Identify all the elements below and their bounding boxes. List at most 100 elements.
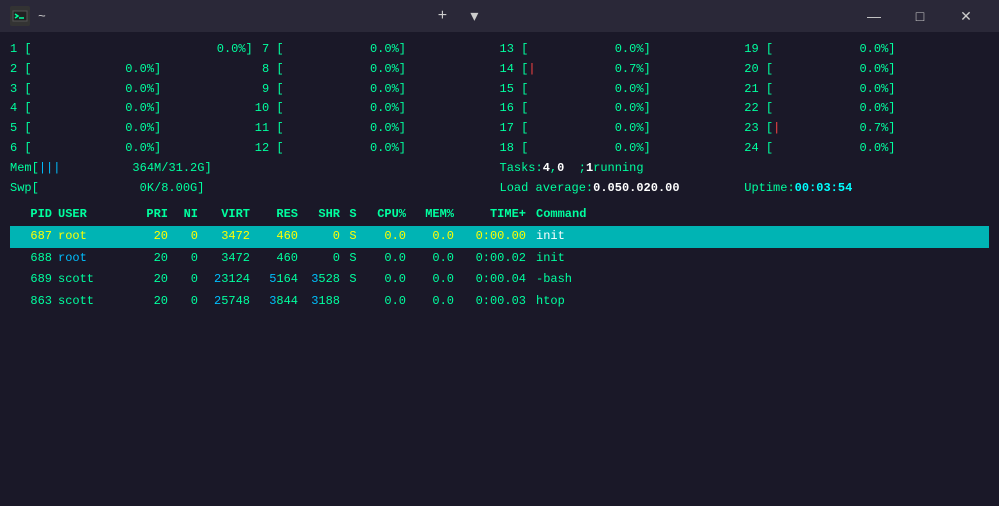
new-tab-button[interactable]: + xyxy=(428,2,456,30)
table-row[interactable]: 863 scott 20 0 25748 3844 3188 0.0 0.0 0… xyxy=(10,291,989,313)
cpu-row-5: 5 [ 0.0%] xyxy=(10,119,255,139)
header-ni: NI xyxy=(174,204,204,226)
cell-virt: 25748 xyxy=(204,291,256,313)
cell-cpu: 0.0 xyxy=(364,248,412,270)
cell-virt: 3472 xyxy=(204,248,256,270)
cell-pid: 687 xyxy=(10,226,58,248)
table-row[interactable]: 689 scott 20 0 23124 5164 3528 S 0.0 0.0… xyxy=(10,269,989,291)
cell-pid: 863 xyxy=(10,291,58,313)
cell-res: 460 xyxy=(256,226,304,248)
cell-mem: 0.0 xyxy=(412,226,460,248)
cell-user: scott xyxy=(58,269,138,291)
cpu-row-17: 17 [ 0.0%] xyxy=(500,119,745,139)
cell-cmd: -bash xyxy=(532,269,989,291)
cpu-row-10: 10 [ 0.0%] xyxy=(255,99,500,119)
header-user: USER xyxy=(58,204,138,226)
header-time: TIME+ xyxy=(460,204,532,226)
cpu-row-12: 12 [ 0.0%] xyxy=(255,139,500,159)
cell-res: 3844 xyxy=(256,291,304,313)
cpu-row-19: 19 [ 0.0%] xyxy=(744,40,989,60)
cell-cpu: 0.0 xyxy=(364,291,412,313)
cell-shr: 3188 xyxy=(304,291,346,313)
new-tab-controls: + ▾ xyxy=(428,2,488,30)
cell-shr: 0 xyxy=(304,226,346,248)
cpu-col-2: 7 [ 0.0%] 8 [ 0.0%] 9 [ 0.0%] 10 [ 0.0%]… xyxy=(255,40,500,198)
tasks-line: Tasks: 4, 0 ; 1 running xyxy=(500,159,745,179)
cpu-row-14: 14 [| 0.7%] xyxy=(500,60,745,80)
cpu-row-13: 13 [ 0.0%] xyxy=(500,40,745,60)
cell-pri: 20 xyxy=(138,248,174,270)
load-line: Load average: 0.05 0.02 0.00 xyxy=(500,179,745,199)
process-table: PID USER PRI NI VIRT RES SHR S CPU% MEM%… xyxy=(10,204,989,312)
cell-mem: 0.0 xyxy=(412,269,460,291)
terminal-window: ~ + ▾ — □ ✕ 1 [ 0.0%] 2 [ 0.0%] xyxy=(0,0,999,506)
terminal-icon xyxy=(10,6,30,26)
table-row[interactable]: 688 root 20 0 3472 460 0 S 0.0 0.0 0:00.… xyxy=(10,248,989,270)
cell-res: 5164 xyxy=(256,269,304,291)
header-pri: PRI xyxy=(138,204,174,226)
cell-virt: 23124 xyxy=(204,269,256,291)
cpu-row-22: 22 [ 0.0%] xyxy=(744,99,989,119)
header-s: S xyxy=(346,204,364,226)
minimize-button[interactable]: — xyxy=(851,0,897,32)
cell-time: 0:00.00 xyxy=(460,226,532,248)
cpu-col-3: 13 [ 0.0%] 14 [| 0.7%] 15 [ 0.0%] 16 [ 0… xyxy=(500,40,745,198)
terminal-content[interactable]: 1 [ 0.0%] 2 [ 0.0%] 3 [ 0.0%] 4 [ 0.0%] xyxy=(0,32,999,506)
cpu-row-15: 15 [ 0.0%] xyxy=(500,80,745,100)
cell-ni: 0 xyxy=(174,226,204,248)
cpu-row-24: 24 [ 0.0%] xyxy=(744,139,989,159)
cell-pri: 20 xyxy=(138,226,174,248)
table-row[interactable]: 687 root 20 0 3472 460 0 S 0.0 0.0 0:00.… xyxy=(10,226,989,248)
header-cmd: Command xyxy=(532,204,989,226)
table-header: PID USER PRI NI VIRT RES SHR S CPU% MEM%… xyxy=(10,204,989,226)
cpu-row-16: 16 [ 0.0%] xyxy=(500,99,745,119)
cell-cmd: htop xyxy=(532,291,989,313)
cell-cpu: 0.0 xyxy=(364,226,412,248)
cell-ni: 0 xyxy=(174,291,204,313)
titlebar-left: ~ xyxy=(10,6,46,26)
cpu-row-3: 3 [ 0.0%] xyxy=(10,80,255,100)
header-pid: PID xyxy=(10,204,58,226)
header-res: RES xyxy=(256,204,304,226)
cell-mem: 0.0 xyxy=(412,248,460,270)
cpu-col-1: 1 [ 0.0%] 2 [ 0.0%] 3 [ 0.0%] 4 [ 0.0%] xyxy=(10,40,255,198)
close-button[interactable]: ✕ xyxy=(943,0,989,32)
cpu-row-23: 23 [| 0.7%] xyxy=(744,119,989,139)
maximize-button[interactable]: □ xyxy=(897,0,943,32)
cell-mem: 0.0 xyxy=(412,291,460,313)
cpu-row-11: 11 [ 0.0%] xyxy=(255,119,500,139)
cpu-row-7: 7 [ 0.0%] xyxy=(255,40,500,60)
cell-shr: 3528 xyxy=(304,269,346,291)
cell-virt: 3472 xyxy=(204,226,256,248)
uptime-line: Uptime: 00:03:54 xyxy=(744,179,989,199)
cell-user: scott xyxy=(58,291,138,313)
cell-s: S xyxy=(346,269,364,291)
mem-row: Mem[||| 364M/31.2G] xyxy=(10,159,255,179)
cell-s: S xyxy=(346,248,364,270)
dropdown-button[interactable]: ▾ xyxy=(460,2,488,30)
cpu-col-4: 19 [ 0.0%] 20 [ 0.0%] 21 [ 0.0%] 22 [ 0.… xyxy=(744,40,989,198)
header-virt: VIRT xyxy=(204,204,256,226)
cell-time: 0:00.02 xyxy=(460,248,532,270)
cell-pid: 688 xyxy=(10,248,58,270)
cpu-grid: 1 [ 0.0%] 2 [ 0.0%] 3 [ 0.0%] 4 [ 0.0%] xyxy=(10,40,989,198)
cell-user: root xyxy=(58,248,138,270)
cpu-row-6: 6 [ 0.0%] xyxy=(10,139,255,159)
swp-row: Swp[ 0K/8.00G] xyxy=(10,179,255,199)
cell-user: root xyxy=(58,226,138,248)
header-shr: SHR xyxy=(304,204,346,226)
cpu-row-21: 21 [ 0.0%] xyxy=(744,80,989,100)
cell-pri: 20 xyxy=(138,269,174,291)
cell-time: 0:00.03 xyxy=(460,291,532,313)
cell-pri: 20 xyxy=(138,291,174,313)
cpu-row-8: 8 [ 0.0%] xyxy=(255,60,500,80)
header-mem: MEM% xyxy=(412,204,460,226)
titlebar-title: ~ xyxy=(38,9,46,24)
cell-cmd: init xyxy=(532,248,989,270)
cell-cmd: init xyxy=(532,226,989,248)
header-cpu: CPU% xyxy=(364,204,412,226)
cell-s: S xyxy=(346,226,364,248)
cell-ni: 0 xyxy=(174,269,204,291)
cpu-row-20: 20 [ 0.0%] xyxy=(744,60,989,80)
window-controls: — □ ✕ xyxy=(851,0,989,32)
